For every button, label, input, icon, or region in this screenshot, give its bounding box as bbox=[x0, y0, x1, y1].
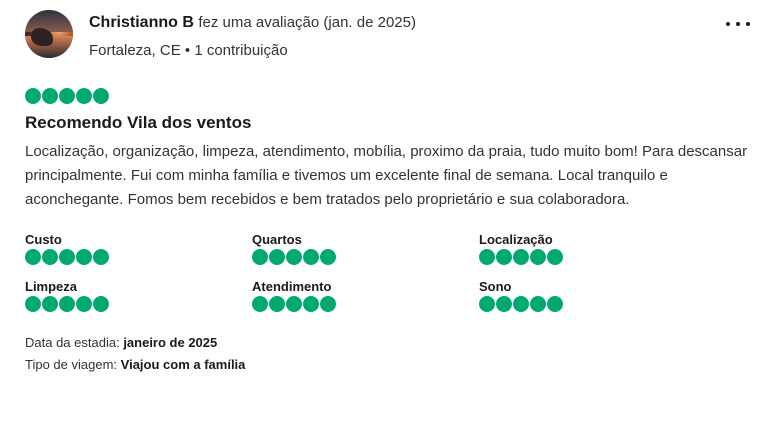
rating-bubble-icon bbox=[513, 296, 529, 312]
stay-date-row: Data da estadia: janeiro de 2025 bbox=[25, 332, 755, 354]
rating-bubble-icon bbox=[59, 296, 75, 312]
rating-bubble-icon bbox=[303, 296, 319, 312]
rating-bubble-icon bbox=[59, 249, 75, 265]
rating-bubble-icon bbox=[530, 249, 546, 265]
rating-bubble-icon bbox=[479, 249, 495, 265]
stay-date-value: janeiro de 2025 bbox=[123, 335, 218, 350]
rating-bubble-icon bbox=[479, 296, 495, 312]
rating-bubble-icon bbox=[286, 249, 302, 265]
rating-bubble-icon bbox=[320, 249, 336, 265]
meta-separator: • bbox=[184, 42, 191, 59]
overall-rating bbox=[25, 88, 755, 104]
review-title[interactable]: Recomendo Vila dos ventos bbox=[25, 112, 755, 134]
rating-bubble-icon bbox=[286, 296, 302, 312]
review-action: fez uma avaliação (jan. de 2025) bbox=[198, 14, 416, 31]
review-card: Christianno B fez uma avaliação (jan. de… bbox=[25, 10, 755, 376]
subrating-label: Sono bbox=[479, 279, 512, 294]
rating-bubble-icon bbox=[269, 296, 285, 312]
subrating-item: Limpeza bbox=[25, 279, 252, 312]
subrating-item: Sono bbox=[479, 279, 706, 312]
subrating-item: Atendimento bbox=[252, 279, 479, 312]
rating-bubble-icon bbox=[25, 88, 41, 104]
subrating-label: Limpeza bbox=[25, 279, 78, 294]
subrating-bubbles bbox=[25, 249, 252, 265]
rating-bubble-icon bbox=[59, 88, 75, 104]
rating-bubble-icon bbox=[76, 88, 92, 104]
avatar[interactable] bbox=[25, 10, 73, 58]
rating-bubble-icon bbox=[513, 249, 529, 265]
review-text: Localização, organização, limpeza, atend… bbox=[25, 143, 748, 208]
reviewer-contributions: 1 contribuição bbox=[194, 42, 288, 59]
trip-type-value: Viajou com a família bbox=[120, 357, 246, 372]
rating-bubble-icon bbox=[269, 249, 285, 265]
subrating-label: Custo bbox=[25, 232, 62, 247]
rating-bubble-icon bbox=[93, 296, 109, 312]
rating-bubble-icon bbox=[25, 249, 41, 265]
review-header: Christianno B fez uma avaliação (jan. de… bbox=[25, 10, 755, 66]
rating-bubble-icon bbox=[320, 296, 336, 312]
stay-meta: Data da estadia: janeiro de 2025 Tipo de… bbox=[25, 332, 755, 376]
subrating-bubbles bbox=[25, 296, 252, 312]
subrating-bubbles bbox=[479, 296, 706, 312]
subrating-item: Custo bbox=[25, 232, 252, 265]
subrating-bubbles bbox=[252, 296, 479, 312]
subrating-bubbles bbox=[479, 249, 706, 265]
rating-bubble-icon bbox=[76, 296, 92, 312]
rating-bubble-icon bbox=[547, 249, 563, 265]
rating-bubble-icon bbox=[303, 249, 319, 265]
rating-bubble-icon bbox=[25, 296, 41, 312]
subrating-bubbles bbox=[252, 249, 479, 265]
rating-bubble-icon bbox=[93, 88, 109, 104]
subrating-label: Localização bbox=[479, 232, 553, 247]
stay-date-label: Data da estadia: bbox=[25, 335, 120, 350]
rating-bubble-icon bbox=[252, 249, 268, 265]
rating-bubble-icon bbox=[93, 249, 109, 265]
avatar-sky bbox=[25, 10, 73, 32]
rating-bubble-icon bbox=[547, 296, 563, 312]
trip-type-row: Tipo de viagem: Viajou com a família bbox=[25, 354, 755, 376]
trip-type-label: Tipo de viagem: bbox=[25, 357, 118, 372]
reviewer-line: Christianno B fez uma avaliação (jan. de… bbox=[89, 13, 416, 33]
rating-bubble-icon bbox=[42, 88, 58, 104]
rating-bubble-icon bbox=[76, 249, 92, 265]
subrating-item: Localização bbox=[479, 232, 706, 265]
rating-bubble-icon bbox=[496, 296, 512, 312]
rating-bubble-icon bbox=[42, 249, 58, 265]
rating-bubble-icon bbox=[252, 296, 268, 312]
subratings-grid: Custo Quartos Localização Limpeza Atendi… bbox=[25, 232, 755, 312]
subrating-label: Quartos bbox=[252, 232, 302, 247]
more-options-icon[interactable] bbox=[726, 14, 750, 34]
avatar-rock bbox=[31, 28, 53, 46]
subrating-item: Quartos bbox=[252, 232, 479, 265]
reviewer-info: Christianno B fez uma avaliação (jan. de… bbox=[89, 10, 416, 59]
rating-bubble-icon bbox=[42, 296, 58, 312]
reviewer-location: Fortaleza, CE bbox=[89, 42, 181, 59]
rating-bubble-icon bbox=[496, 249, 512, 265]
reviewer-meta: Fortaleza, CE • 1 contribuição bbox=[89, 42, 416, 59]
reviewer-name[interactable]: Christianno B bbox=[89, 14, 194, 31]
subrating-label: Atendimento bbox=[252, 279, 332, 294]
rating-bubble-icon bbox=[530, 296, 546, 312]
